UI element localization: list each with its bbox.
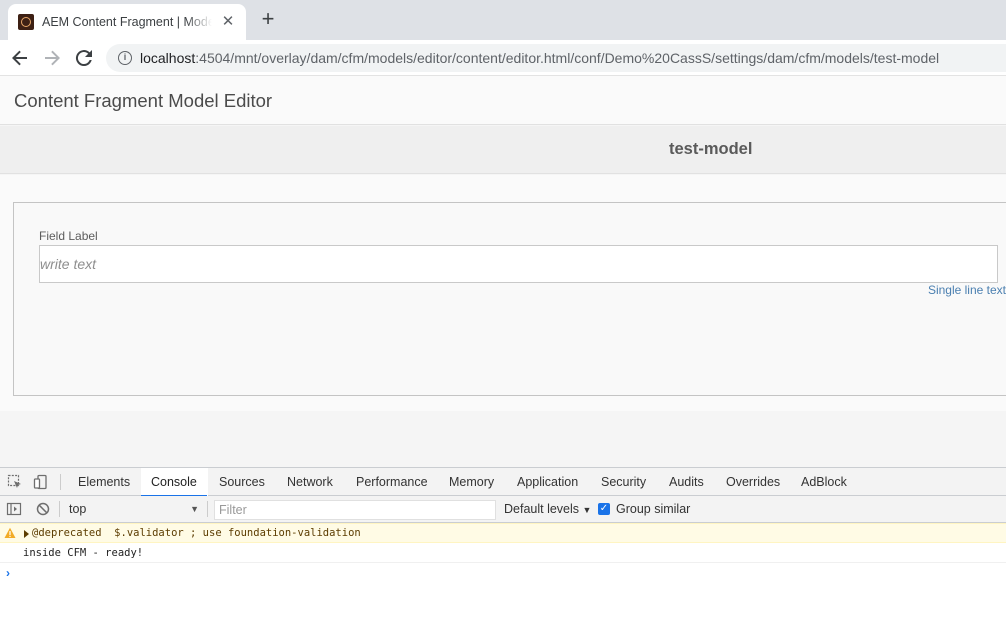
editor-header: Content Fragment Model Editor: [0, 76, 1006, 125]
new-tab-plus-icon[interactable]: +: [256, 8, 280, 32]
address-bar[interactable]: i localhost:4504/mnt/overlay/dam/cfm/mod…: [106, 44, 1006, 72]
inspect-element-icon[interactable]: [7, 474, 23, 490]
log-text: inside CFM - ready!: [23, 547, 144, 559]
tab-audits[interactable]: Audits: [669, 468, 704, 496]
dropdown-arrow-icon: ▼: [190, 504, 199, 514]
context-select[interactable]: top ▼: [63, 500, 203, 519]
browser-tab-strip: AEM Content Fragment | Model ✕ +: [0, 0, 1006, 40]
console-log-message: inside CFM - ready!: [0, 543, 1006, 563]
group-similar-checkbox[interactable]: ✓: [598, 503, 610, 515]
context-value: top: [69, 502, 87, 516]
aem-favicon-icon: [18, 14, 34, 30]
page-title: Content Fragment Model Editor: [14, 90, 273, 111]
url-path: :4504/mnt/overlay/dam/cfm/models/editor/…: [195, 50, 940, 66]
back-arrow-icon[interactable]: [8, 46, 32, 70]
page-content: Content Fragment Model Editor test-model…: [0, 76, 1006, 467]
console-toolbar: top ▼ Default levels ▼ ✓ Group similar: [0, 496, 1006, 523]
model-name-bar: test-model: [0, 126, 1006, 174]
expand-triangle-icon[interactable]: [24, 530, 29, 538]
log-levels-dropdown[interactable]: Default levels ▼: [504, 500, 591, 519]
field-label: Field Label: [39, 229, 98, 243]
url-text[interactable]: localhost:4504/mnt/overlay/dam/cfm/model…: [140, 50, 939, 66]
tab-adblock[interactable]: AdBlock: [801, 468, 847, 496]
close-icon[interactable]: ✕: [220, 14, 236, 30]
fields-area: Field Label Single line text: [0, 175, 1006, 411]
model-name: test-model: [669, 140, 753, 158]
tab-sources[interactable]: Sources: [219, 468, 265, 496]
tab-title: AEM Content Fragment | Model: [42, 15, 212, 29]
reload-icon[interactable]: [72, 46, 96, 70]
tab-overrides[interactable]: Overrides: [726, 468, 780, 496]
warning-icon: [4, 527, 16, 538]
browser-toolbar: i localhost:4504/mnt/overlay/dam/cfm/mod…: [0, 40, 1006, 76]
url-host: localhost: [140, 50, 196, 66]
forward-arrow-icon[interactable]: [40, 46, 64, 70]
toolbar-divider: [59, 501, 60, 517]
tab-memory[interactable]: Memory: [449, 468, 494, 496]
toolbar-divider: [207, 501, 208, 517]
clear-console-icon[interactable]: [35, 501, 51, 517]
tab-application[interactable]: Application: [517, 468, 578, 496]
dropdown-arrow-icon: ▼: [582, 505, 592, 515]
field-type-label: Single line text: [927, 283, 1006, 297]
log-levels-label: Default levels: [504, 502, 580, 516]
site-info-icon[interactable]: i: [118, 51, 132, 65]
console-prompt-icon[interactable]: ›: [6, 566, 10, 580]
tab-security[interactable]: Security: [601, 468, 646, 496]
tab-network[interactable]: Network: [287, 468, 333, 496]
console-warning-message: @deprecated $.validator ; use foundation…: [0, 523, 1006, 543]
filter-input[interactable]: [214, 500, 496, 520]
group-similar-label: Group similar: [616, 502, 691, 516]
tab-performance[interactable]: Performance: [356, 468, 428, 496]
warning-text: @deprecated $.validator ; use foundation…: [32, 527, 361, 539]
tab-elements[interactable]: Elements: [78, 468, 130, 496]
console-sidebar-icon[interactable]: [6, 501, 22, 517]
field-card[interactable]: Field Label Single line text: [13, 202, 1006, 396]
browser-tab[interactable]: AEM Content Fragment | Model ✕: [8, 4, 246, 40]
field-text-input[interactable]: [39, 245, 998, 283]
devtools-tab-bar: Elements Console Sources Network Perform…: [0, 468, 1006, 497]
devtools-panel: Elements Console Sources Network Perform…: [0, 467, 1006, 640]
device-toolbar-icon[interactable]: [33, 474, 49, 490]
toolbar-divider: [60, 474, 61, 490]
tab-console[interactable]: Console: [141, 468, 207, 497]
